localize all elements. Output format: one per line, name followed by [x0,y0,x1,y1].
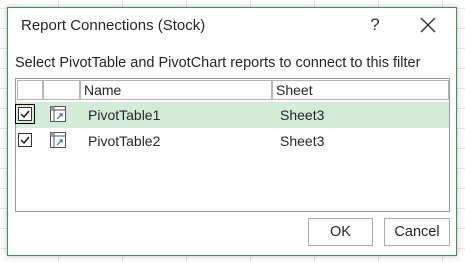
instruction-text: Select PivotTable and PivotChart reports… [15,55,421,71]
list-item[interactable]: PivotTable1 Sheet3 [15,102,449,128]
column-header-name[interactable]: Name [80,80,272,100]
connections-list[interactable]: Name Sheet PivotTable1 Sheet3 PivotTable… [15,78,450,212]
row-sheet: Sheet3 [280,107,325,123]
close-button[interactable] [416,13,440,37]
list-header: Name Sheet [16,79,449,101]
column-header-sheet[interactable]: Sheet [272,80,449,100]
row-sheet: Sheet3 [280,133,325,149]
close-icon [420,17,436,33]
row-name: PivotTable2 [88,133,161,149]
help-button[interactable]: ? [364,14,386,36]
checkmark-icon [20,110,30,119]
row-checkbox[interactable] [18,133,32,147]
report-connections-dialog: Report Connections (Stock) ? Select Pivo… [7,7,457,256]
checkmark-icon [20,136,30,145]
cancel-button[interactable]: Cancel [384,218,450,246]
pivottable-icon [49,105,67,123]
title-bar: Report Connections (Stock) ? [8,8,456,42]
dialog-title: Report Connections (Stock) [21,17,206,34]
ok-button[interactable]: OK [308,218,373,246]
pivottable-icon [49,131,67,149]
row-checkbox[interactable] [15,104,35,124]
row-name: PivotTable1 [88,107,161,123]
header-check-cell [17,80,43,100]
list-item[interactable]: PivotTable2 Sheet3 [16,128,449,154]
header-icon-cell [43,80,80,100]
